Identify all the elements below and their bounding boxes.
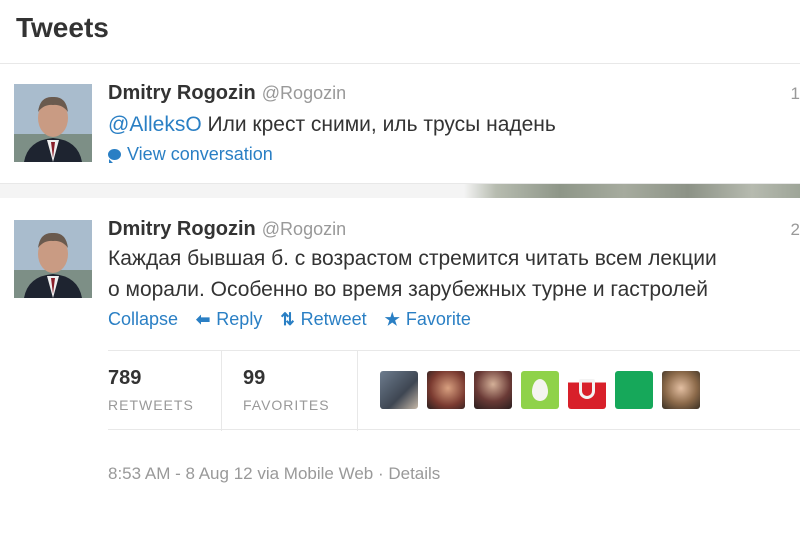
author-handle[interactable]: @Rogozin [262, 83, 346, 103]
author-handle[interactable]: @Rogozin [262, 219, 346, 239]
retweet-label[interactable]: Retweet [301, 309, 367, 330]
avatar[interactable] [14, 220, 92, 298]
retweeter-avatars [380, 371, 700, 409]
coat-of-arms-icon [579, 379, 595, 399]
favorites-stat[interactable]: 99 FAVORITES [243, 351, 358, 431]
tweet-text-body: Или крест сними, иль трусы надень [201, 113, 556, 136]
background-strip [0, 184, 800, 198]
retweet-icon: ⇅ [280, 309, 295, 329]
tweet-author[interactable]: Dmitry Rogozin @Rogozin [108, 82, 346, 105]
page-title: Tweets [16, 12, 109, 43]
tweet-time[interactable]: 2 [791, 220, 800, 240]
tweet[interactable]: Dmitry Rogozin @Rogozin 1 @AlleksO Или кр… [0, 66, 800, 184]
reply-label[interactable]: Reply [216, 309, 262, 330]
author-name[interactable]: Dmitry Rogozin [108, 218, 256, 240]
user-avatar[interactable] [380, 371, 418, 409]
view-conversation-link[interactable]: View conversation [108, 144, 273, 165]
speech-bubble-icon [108, 149, 121, 163]
favorites-label[interactable]: FAVORITES [243, 397, 330, 413]
tweets-header: Tweets [0, 0, 800, 64]
egg-icon [532, 379, 548, 401]
retweet-button[interactable]: ⇅ Retweet [280, 309, 366, 330]
retweets-label[interactable]: RETWEETS [108, 397, 194, 413]
mention-link[interactable]: @AlleksO [108, 113, 202, 136]
retweets-stat[interactable]: 789 RETWEETS [108, 351, 222, 431]
user-avatar[interactable] [427, 371, 465, 409]
avatar[interactable] [14, 84, 92, 162]
tweet-stats: 789 RETWEETS 99 FAVORITES [108, 350, 800, 431]
collapse-button[interactable]: Collapse [108, 309, 178, 330]
user-avatar[interactable] [474, 371, 512, 409]
tweet-text: @AlleksO Или крест сними, иль трусы наде… [108, 110, 556, 140]
tweet-text-line-1: Каждая бывшая б. с возрастом стремится ч… [108, 247, 717, 270]
star-icon: ★ [384, 309, 400, 329]
view-conversation-label[interactable]: View conversation [127, 144, 273, 165]
user-avatar[interactable] [662, 371, 700, 409]
favorite-button[interactable]: ★ Favorite [385, 309, 471, 330]
author-name[interactable]: Dmitry Rogozin [108, 82, 256, 104]
user-avatar[interactable] [568, 371, 606, 409]
tweet-time[interactable]: 1 [791, 84, 800, 104]
user-avatar[interactable] [521, 371, 559, 409]
tweet-author[interactable]: Dmitry Rogozin @Rogozin [108, 218, 346, 241]
tweet-expanded[interactable]: Dmitry Rogozin @Rogozin 2 Каждая бывшая б… [0, 198, 800, 533]
retweets-count[interactable]: 789 [108, 367, 141, 390]
user-avatar[interactable] [615, 371, 653, 409]
collapse-label[interactable]: Collapse [108, 309, 178, 330]
tweet-text-line-2: о морали. Особенно во время зарубежных т… [108, 278, 708, 301]
favorites-count[interactable]: 99 [243, 367, 265, 390]
tweet-timestamp[interactable]: 8:53 AM - 8 Aug 12 via Mobile Web · Deta… [108, 464, 440, 484]
tweet-actions: Collapse ⬅ Reply ⇅ Retweet ★ Favorite [108, 309, 489, 330]
reply-button[interactable]: ⬅ Reply [196, 309, 262, 330]
reply-arrow-icon: ⬅ [196, 309, 211, 329]
favorite-label[interactable]: Favorite [406, 309, 471, 330]
